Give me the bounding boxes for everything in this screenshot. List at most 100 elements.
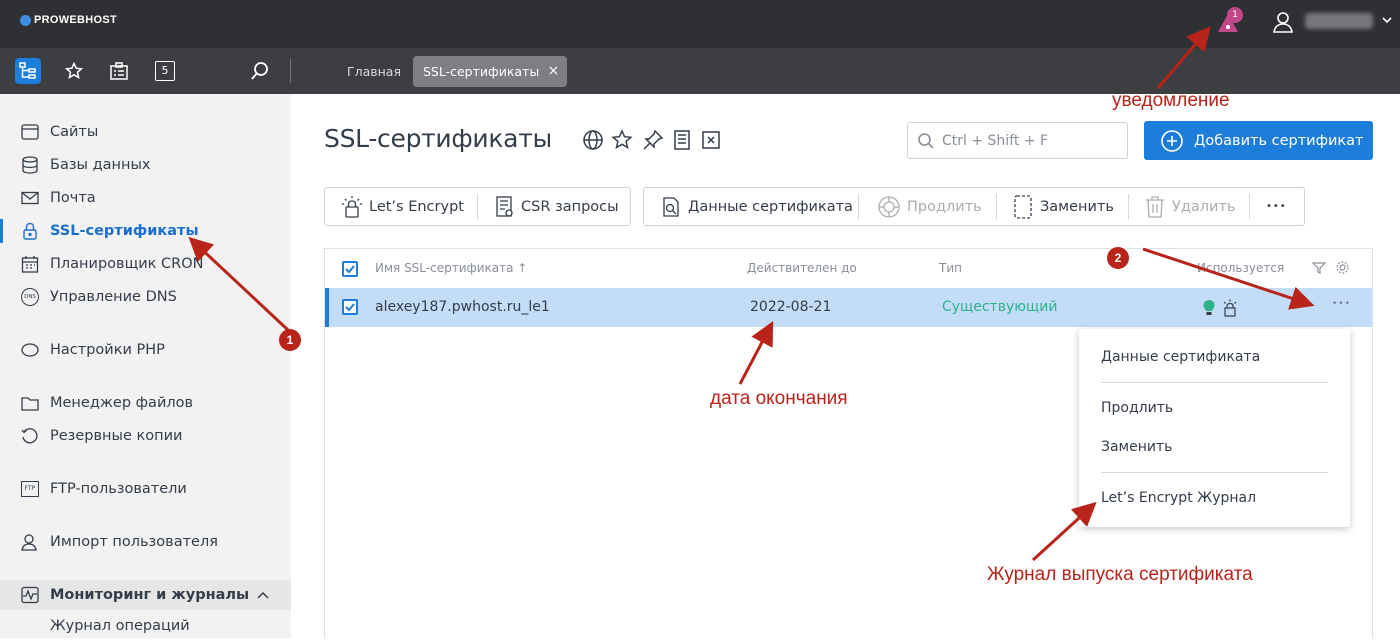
search-icon[interactable] — [247, 58, 273, 84]
close-icon[interactable]: × — [547, 56, 559, 87]
top-bar: PROWEBHOST 1 host1877 — [0, 0, 1400, 48]
certificate-search-icon — [663, 196, 679, 217]
divider — [290, 59, 291, 83]
user-name[interactable]: host1877 — [1305, 13, 1373, 29]
select-all-checkbox[interactable] — [342, 261, 358, 277]
delete-button[interactable]: Удалить — [1144, 188, 1235, 225]
menu-item-letsencrypt-journal[interactable]: Let’s Encrypt Журнал — [1101, 490, 1256, 506]
annotation-notification: уведомление — [1112, 90, 1230, 111]
import-user-icon — [20, 532, 40, 552]
globe-icon[interactable] — [581, 128, 605, 152]
certificate-name: alexey187.pwhost.ru_le1 — [375, 299, 550, 315]
menu-divider — [1101, 382, 1328, 383]
sidebar-item-ftp-users[interactable]: FTP FTP-пользователи — [0, 474, 291, 504]
filter-icon[interactable] — [1312, 261, 1326, 275]
renew-icon — [878, 195, 900, 218]
sidebar-item-databases[interactable]: Базы данных — [0, 150, 291, 180]
lock-icon — [20, 221, 40, 241]
monitoring-icon — [20, 585, 40, 605]
sidebar-item-mail[interactable]: Почта — [0, 183, 291, 213]
column-header-used[interactable]: Используется — [1197, 261, 1284, 275]
logo-text: PROWEBHOST — [34, 14, 118, 26]
sidebar-item-php[interactable]: Настройки PHP — [0, 335, 291, 365]
table-header: Имя SSL-сертификата ↑ Действителен до Ти… — [325, 249, 1372, 288]
sidebar-item-sites[interactable]: Сайты — [0, 117, 291, 147]
php-icon — [20, 340, 40, 360]
sidebar-item-operations-log[interactable]: Журнал операций — [0, 611, 291, 641]
notification-count-badge: 1 — [1227, 7, 1243, 23]
tab-bar: 5 Главная SSL-сертификаты × — [0, 48, 1400, 94]
calendar-icon — [20, 254, 40, 274]
logo[interactable]: PROWEBHOST — [20, 14, 117, 26]
annotation-badge-1: 1 — [279, 329, 301, 351]
annotation-journal: Журнал выпуска сертификата — [987, 564, 1253, 585]
toolbar-group-actions: Данные сертификата Продлить Заменить Уда… — [643, 187, 1305, 226]
star-icon[interactable] — [610, 128, 634, 152]
table-row[interactable]: alexey187.pwhost.ru_le1 2022-08-21 Сущес… — [325, 288, 1372, 327]
page-title: SSL-сертификаты — [324, 124, 552, 153]
add-certificate-button[interactable]: Добавить сертификат — [1144, 121, 1373, 160]
globe-icon — [20, 122, 40, 142]
letsencrypt-button[interactable]: Let’s Encrypt — [341, 188, 464, 225]
lightbulb-icon — [1203, 300, 1215, 315]
divider — [1249, 194, 1250, 219]
dns-icon: DNS — [20, 287, 40, 307]
row-checkbox[interactable] — [342, 299, 358, 315]
letsencrypt-lock-icon — [1223, 299, 1237, 317]
search-field[interactable] — [907, 122, 1128, 159]
document-icon[interactable] — [670, 128, 694, 152]
plus-circle-icon — [1161, 129, 1183, 152]
valid-until-date: 2022-08-21 — [750, 299, 832, 315]
search-icon — [918, 133, 934, 149]
sidebar-item-import-user[interactable]: Импорт пользователя — [0, 527, 291, 557]
sidebar: Сайты Базы данных Почта SSL-сертификаты … — [0, 94, 291, 638]
search-input[interactable] — [942, 131, 1122, 151]
export-icon[interactable] — [699, 128, 723, 152]
menu-item-renew[interactable]: Продлить — [1101, 400, 1173, 416]
row-context-menu: Данные сертификата Продлить Заменить Let… — [1079, 329, 1350, 527]
tab-home[interactable]: Главная — [337, 56, 411, 87]
menu-item-replace[interactable]: Заменить — [1101, 439, 1172, 455]
letsencrypt-icon — [342, 195, 362, 218]
calendar-day-icon[interactable]: 5 — [152, 58, 178, 84]
column-header-type[interactable]: Тип — [939, 261, 962, 275]
divider — [996, 194, 997, 219]
gear-icon[interactable] — [1335, 260, 1350, 275]
certificate-data-button[interactable]: Данные сертификата — [660, 188, 853, 225]
chevron-down-icon[interactable] — [1380, 13, 1394, 27]
mail-icon — [20, 188, 40, 208]
certificate-type: Существующий — [942, 299, 1058, 315]
csr-requests-button[interactable]: CSR запросы — [495, 188, 619, 225]
annotation-end-date: дата окончания — [710, 388, 848, 409]
database-icon — [20, 155, 40, 175]
annotation-badge-2: 2 — [1107, 247, 1129, 269]
menu-item-certificate-data[interactable]: Данные сертификата — [1101, 349, 1260, 365]
renew-button[interactable]: Продлить — [877, 188, 982, 225]
folder-icon — [20, 393, 40, 413]
divider — [858, 194, 859, 219]
toolbar-group-issue: Let’s Encrypt CSR запросы — [324, 187, 631, 226]
replace-icon — [1014, 194, 1032, 219]
sidebar-item-ssl-certificates[interactable]: SSL-сертификаты — [0, 216, 291, 246]
pin-icon[interactable] — [641, 128, 665, 152]
sidebar-section-monitoring[interactable]: Мониторинг и журналы — [0, 580, 291, 610]
user-icon[interactable] — [1271, 10, 1295, 34]
more-actions-button[interactable]: ••• — [1266, 188, 1287, 225]
star-icon[interactable] — [61, 58, 87, 84]
backup-icon — [20, 426, 40, 446]
column-header-name[interactable]: Имя SSL-сертификата ↑ — [375, 261, 527, 275]
ftp-icon: FTP — [20, 479, 40, 499]
replace-button[interactable]: Заменить — [1012, 188, 1114, 225]
clipboard-icon[interactable] — [106, 58, 132, 84]
tree-menu-icon[interactable] — [15, 58, 41, 84]
sidebar-item-backups[interactable]: Резервные копии — [0, 421, 291, 451]
sidebar-item-cron[interactable]: Планировщик CRON — [0, 249, 291, 279]
trash-icon — [1146, 195, 1164, 218]
column-header-valid-until[interactable]: Действителен до — [747, 261, 857, 275]
chevron-up-icon[interactable] — [256, 589, 270, 601]
tab-ssl-certificates[interactable]: SSL-сертификаты × — [413, 56, 568, 87]
divider — [477, 194, 478, 219]
sidebar-item-file-manager[interactable]: Менеджер файлов — [0, 388, 291, 418]
row-more-button[interactable]: ••• — [1332, 299, 1351, 309]
sidebar-item-dns[interactable]: DNS Управление DNS — [0, 282, 291, 312]
